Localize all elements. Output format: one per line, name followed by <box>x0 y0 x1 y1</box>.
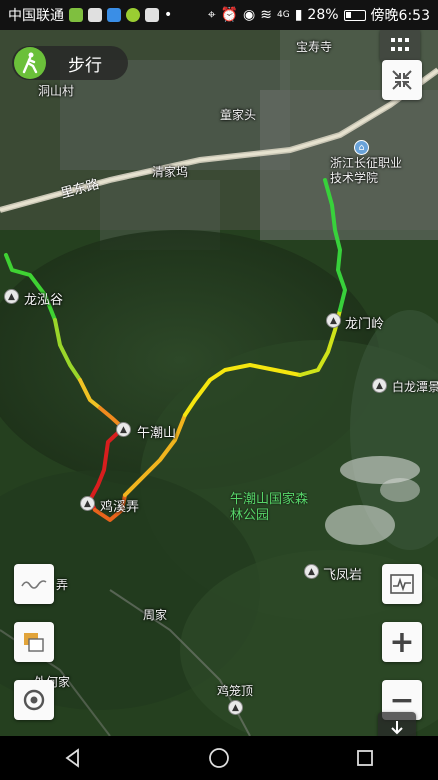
chart-pulse-icon <box>390 574 414 594</box>
more-dots-icon: • <box>164 7 173 23</box>
home-button[interactable] <box>204 743 234 773</box>
fit-track-button[interactable] <box>382 60 422 100</box>
app-notification-icon <box>107 8 121 22</box>
mode-label: 步行 <box>68 55 102 76</box>
place-label: 周家 <box>143 608 168 622</box>
eye-icon: ◉ <box>243 7 256 23</box>
walking-person-icon <box>14 47 46 79</box>
place-label: 白龙潭景 <box>392 380 438 394</box>
app-notification-icon <box>69 8 83 22</box>
place-label: 洞山村 <box>38 84 75 98</box>
place-label: 浙江长征职业技术学院 <box>330 156 403 185</box>
place-label: 午潮山 <box>137 426 177 441</box>
alarm-icon: ⏰ <box>220 7 239 23</box>
poi-pin-icon[interactable]: ▲ <box>372 378 387 393</box>
app-notification-icon <box>145 8 159 22</box>
place-label: 宝寿寺 <box>296 40 333 54</box>
map-style-button[interactable] <box>14 622 54 662</box>
collapse-arrows-icon <box>392 70 412 90</box>
grid-menu-button[interactable] <box>380 28 420 62</box>
carrier-label: 中国联通 <box>8 8 64 24</box>
wave-profile-icon <box>21 580 47 589</box>
school-pin-icon[interactable]: ⌂ <box>354 140 369 155</box>
place-label: 童家头 <box>220 108 257 122</box>
back-triangle-icon <box>65 748 79 768</box>
battery-icon <box>343 9 366 21</box>
place-label: 清家坞 <box>152 165 189 179</box>
place-label: 飞凤岩 <box>323 568 363 583</box>
home-circle-icon <box>209 748 229 768</box>
map-layers-icon <box>24 633 44 652</box>
recents-square-icon <box>357 750 373 766</box>
status-bar: 中国联通 • ⌖ ⏰ ◉ ≋ 4G ▮ 28% 傍晚6:53 <box>0 0 438 30</box>
app-notification-icon <box>88 8 102 22</box>
zoom-in-button[interactable]: + <box>382 622 422 662</box>
poi-pin-icon[interactable]: ▲ <box>80 496 95 511</box>
locate-button[interactable] <box>14 680 54 720</box>
grid-menu-icon <box>391 38 409 51</box>
walking-mode-toggle[interactable]: 步行 <box>12 46 128 80</box>
satellite-map[interactable]: 宝寿寺 洞山村 童家头 清家坞 里东路 ⌂ 浙江长征职业技术学院 ▲ 龙泓谷 ▲… <box>0 30 438 736</box>
chart-button[interactable] <box>382 564 422 604</box>
place-label: 弄 <box>56 578 69 592</box>
location-icon: ⌖ <box>207 7 216 23</box>
signal-icon: ▮ <box>294 7 303 23</box>
poi-pin-icon[interactable]: ▲ <box>116 422 131 437</box>
poi-pin-icon[interactable]: ▲ <box>304 564 319 579</box>
back-button[interactable] <box>58 743 88 773</box>
poi-pin-icon[interactable]: ▲ <box>326 313 341 328</box>
system-nav-bar <box>0 736 438 780</box>
poi-pin-icon[interactable]: ▲ <box>4 289 19 304</box>
network-type: 4G <box>277 10 290 20</box>
locate-target-icon <box>23 689 45 711</box>
recents-button[interactable] <box>350 743 380 773</box>
park-label: 午潮山国家森林公园 <box>230 492 309 523</box>
clock: 傍晚6:53 <box>370 8 430 24</box>
app-notification-icon <box>126 8 140 22</box>
place-label: 鸡笼顶 <box>217 684 254 698</box>
poi-pin-icon[interactable]: ▲ <box>228 700 243 715</box>
place-label: 龙泓谷 <box>24 293 64 308</box>
elevation-profile-button[interactable] <box>14 564 54 604</box>
wifi-icon: ≋ <box>260 7 272 23</box>
battery-percent: 28% <box>307 7 339 23</box>
place-label: 龙门岭 <box>345 317 385 332</box>
place-label: 鸡溪弄 <box>100 500 140 515</box>
